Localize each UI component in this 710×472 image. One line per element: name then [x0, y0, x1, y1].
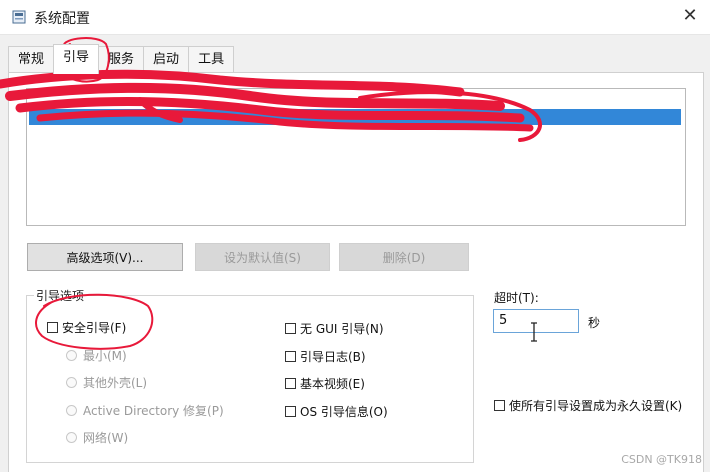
boot-options-title: 引导选项	[34, 287, 87, 304]
alternate-shell-label: 其他外壳(L)	[83, 376, 148, 390]
ad-repair-radio[interactable]: Active Directory 修复(P)	[66, 402, 224, 419]
permanent-settings-label: 使所有引导设置成为永久设置(K)	[509, 399, 683, 413]
checkbox-box[interactable]	[47, 322, 58, 333]
no-gui-checkbox[interactable]: 无 GUI 引导(N)	[285, 320, 384, 337]
tab-startup[interactable]: 启动	[143, 46, 190, 73]
no-gui-label: 无 GUI 引导(N)	[300, 322, 384, 336]
checkbox-box[interactable]	[285, 323, 296, 334]
base-video-label: 基本视频(E)	[300, 377, 365, 391]
checkbox-box[interactable]	[285, 378, 296, 389]
timeout-label: 超时(T):	[494, 291, 539, 305]
checkbox-box[interactable]	[285, 406, 296, 417]
msconfig-icon	[12, 10, 26, 24]
system-config-window: 系统配置 ✕ 常规 引导 服务 启动 工具 高级选项(V)... 设为默认值(S…	[0, 0, 710, 472]
minimal-radio[interactable]: 最小(M)	[66, 347, 127, 364]
checkbox-box[interactable]	[285, 351, 296, 362]
radio-circle[interactable]	[66, 350, 77, 361]
boot-log-checkbox[interactable]: 引导日志(B)	[285, 348, 366, 365]
minimal-label: 最小(M)	[83, 349, 127, 363]
radio-circle[interactable]	[66, 405, 77, 416]
network-label: 网络(W)	[83, 431, 129, 445]
text-cursor-icon	[531, 322, 537, 342]
set-default-button[interactable]: 设为默认值(S)	[195, 243, 330, 271]
os-boot-info-label: OS 引导信息(O)	[300, 405, 388, 419]
os-list[interactable]	[26, 88, 686, 226]
ad-repair-label: Active Directory 修复(P)	[83, 404, 224, 418]
timeout-unit: 秒	[588, 316, 601, 330]
checkbox-box[interactable]	[494, 400, 505, 411]
os-boot-info-checkbox[interactable]: OS 引导信息(O)	[285, 403, 388, 420]
window-title: 系统配置	[34, 11, 90, 27]
tab-strip: 常规 引导 服务 启动 工具	[8, 44, 235, 74]
safe-boot-label: 安全引导(F)	[62, 321, 127, 335]
os-list-selected-row[interactable]	[29, 109, 681, 125]
radio-circle[interactable]	[66, 432, 77, 443]
title-bar: 系统配置 ✕	[0, 0, 710, 35]
tab-tools[interactable]: 工具	[188, 46, 235, 73]
safe-boot-checkbox[interactable]: 安全引导(F)	[47, 319, 126, 336]
tab-boot[interactable]: 引导	[53, 44, 100, 74]
tab-general[interactable]: 常规	[8, 46, 55, 73]
delete-button[interactable]: 删除(D)	[339, 243, 469, 271]
watermark: CSDN @TK918	[621, 453, 702, 466]
close-icon[interactable]: ✕	[680, 6, 700, 26]
boot-log-label: 引导日志(B)	[300, 350, 366, 364]
alternate-shell-radio[interactable]: 其他外壳(L)	[66, 374, 147, 391]
permanent-settings-checkbox[interactable]: 使所有引导设置成为永久设置(K)	[494, 397, 694, 415]
tab-services[interactable]: 服务	[98, 46, 145, 73]
advanced-options-button[interactable]: 高级选项(V)...	[27, 243, 183, 271]
network-radio[interactable]: 网络(W)	[66, 429, 128, 446]
radio-circle[interactable]	[66, 377, 77, 388]
base-video-checkbox[interactable]: 基本视频(E)	[285, 375, 365, 392]
